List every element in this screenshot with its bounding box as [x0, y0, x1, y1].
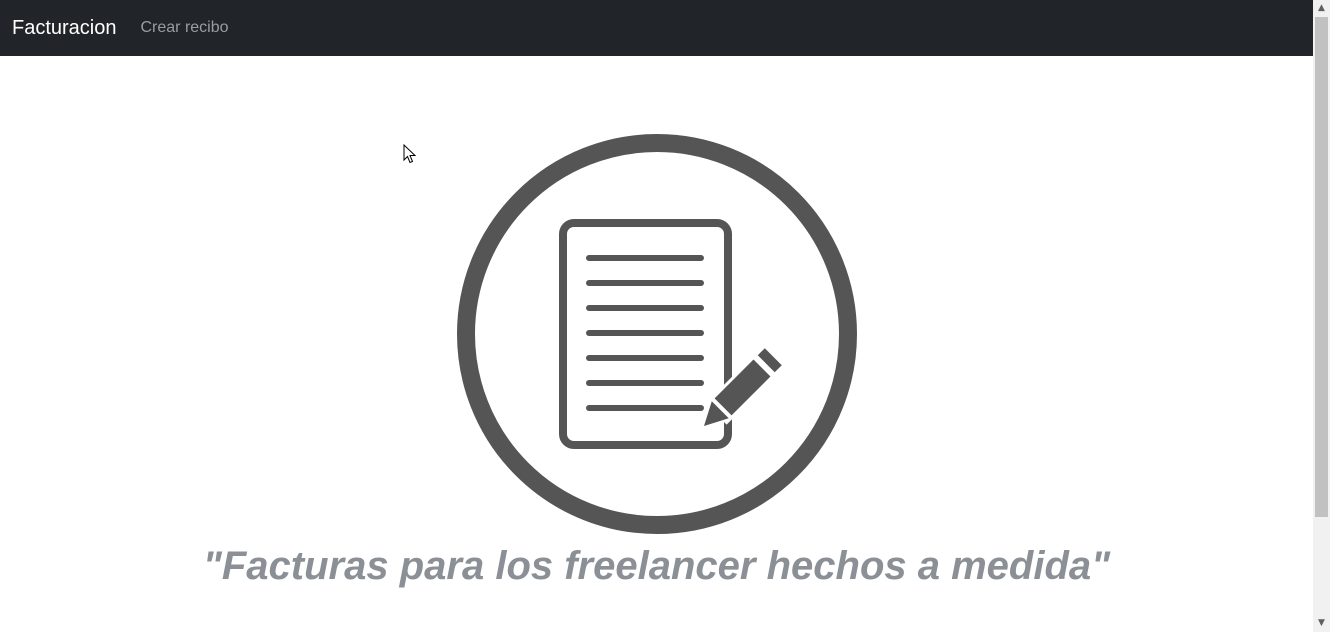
navbar: Facturacion Crear recibo — [0, 0, 1313, 56]
scroll-down-arrow-icon[interactable]: ▼ — [1313, 615, 1330, 632]
nav-link-crear-recibo[interactable]: Crear recibo — [141, 0, 229, 56]
tagline: "Facturas para los freelancer hechos a m… — [202, 544, 1111, 588]
navbar-brand[interactable]: Facturacion — [12, 0, 117, 56]
icon-pencil — [704, 342, 788, 426]
vertical-scrollbar[interactable]: ▲ ▼ — [1313, 0, 1330, 632]
document-edit-icon — [457, 134, 857, 534]
scroll-up-arrow-icon[interactable]: ▲ — [1313, 0, 1330, 17]
page: Facturacion Crear recibo "Facturas para … — [0, 0, 1313, 632]
icon-document-lines — [586, 255, 704, 411]
mouse-cursor-icon — [403, 144, 417, 164]
scroll-thumb[interactable] — [1315, 17, 1328, 517]
